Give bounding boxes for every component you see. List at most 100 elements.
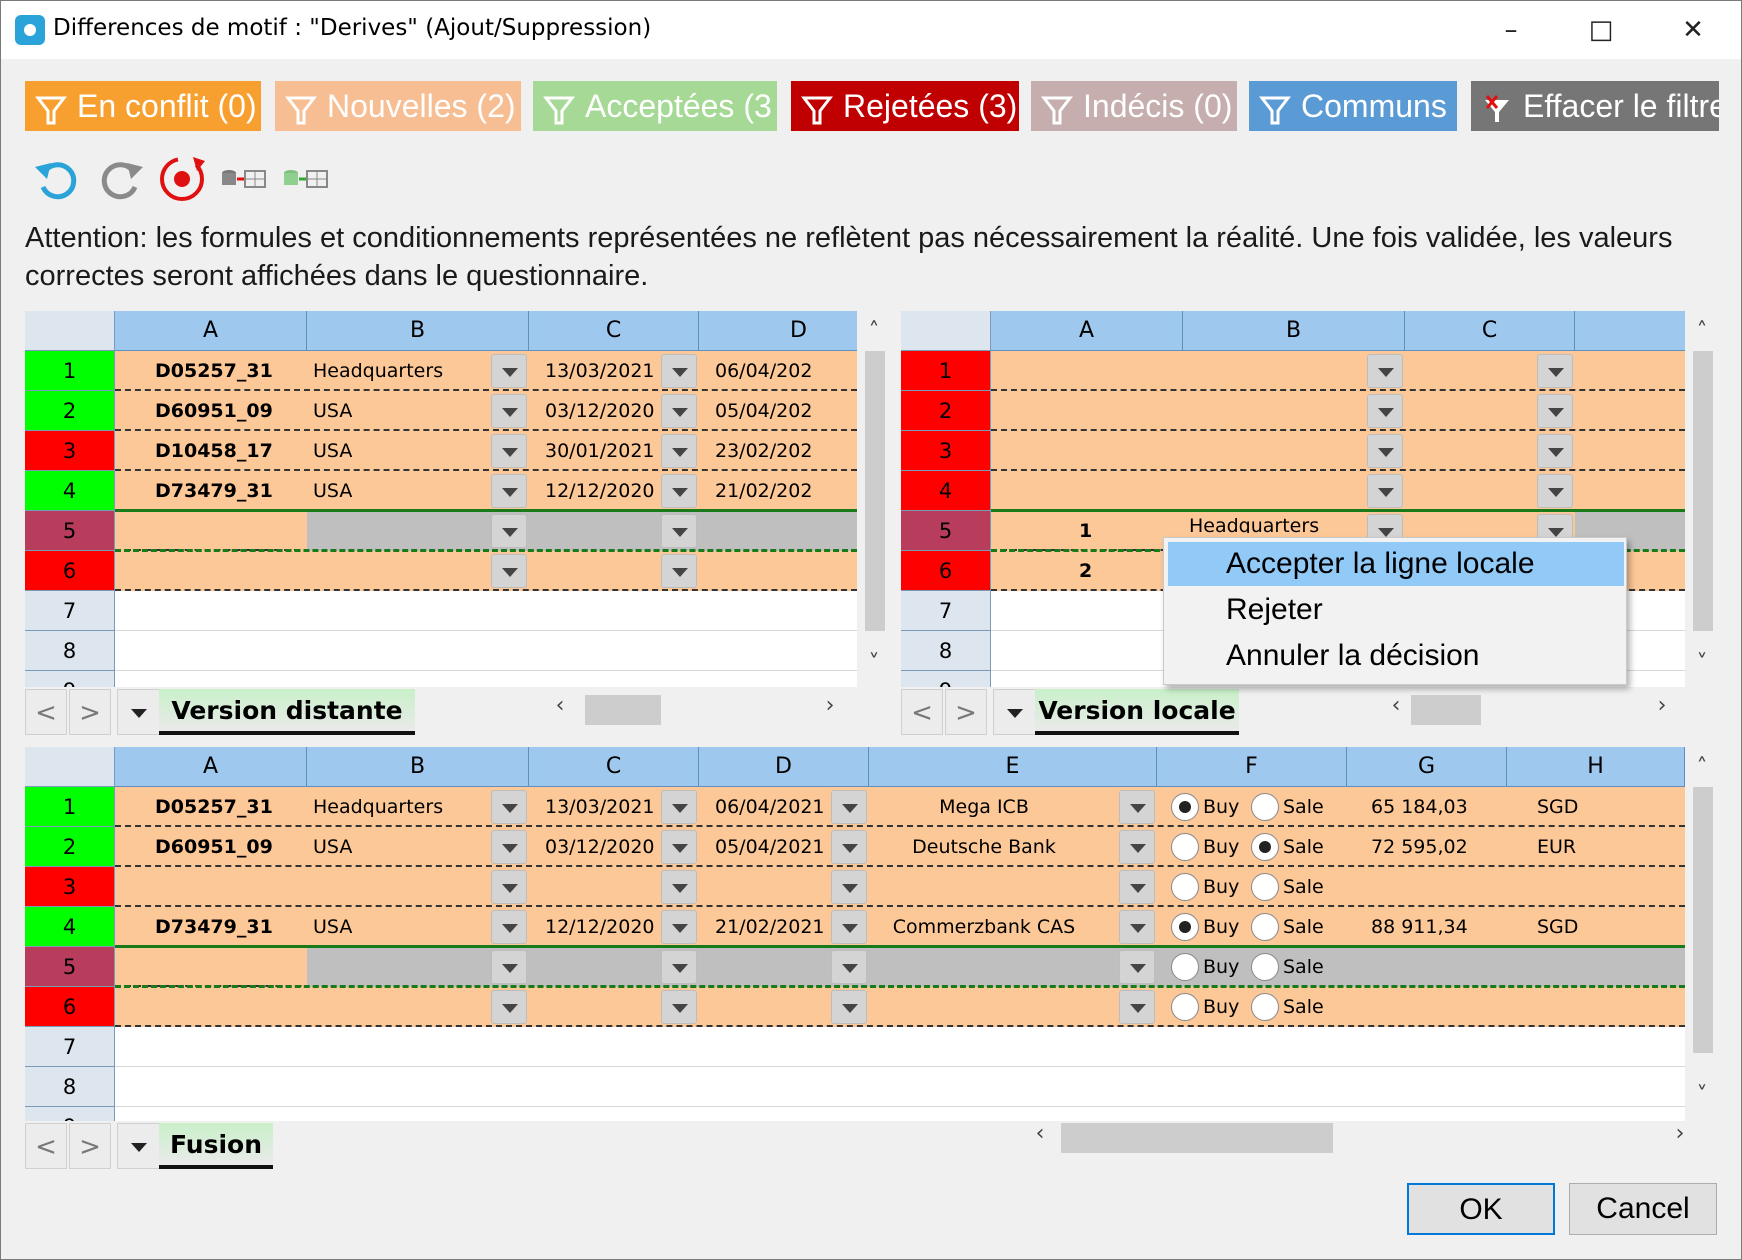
sheet-list-button[interactable] <box>117 1123 161 1169</box>
buy-radio[interactable] <box>1171 913 1199 941</box>
row-header[interactable]: 2 <box>25 827 115 867</box>
row-header[interactable]: 7 <box>25 591 115 631</box>
dropdown-arrow-icon[interactable] <box>491 434 527 468</box>
dropdown-arrow-icon[interactable] <box>1119 990 1155 1024</box>
cell[interactable]: 06/04/2021 <box>715 787 825 827</box>
cell[interactable]: Headquarters <box>313 787 443 827</box>
cell[interactable]: Deutsche Bank <box>889 827 1079 867</box>
remote-hscroll-thumb[interactable] <box>585 695 661 725</box>
table-row[interactable] <box>115 1027 1685 1067</box>
table-row[interactable] <box>115 591 857 631</box>
dropdown-arrow-icon[interactable] <box>491 474 527 508</box>
cell[interactable]: Mega ICB <box>889 787 1079 827</box>
dropdown-arrow-icon[interactable] <box>661 790 697 824</box>
row-header[interactable]: 5 <box>25 947 115 987</box>
dropdown-arrow-icon[interactable] <box>1367 474 1403 508</box>
column-header-B[interactable]: B <box>307 311 529 351</box>
row-header[interactable]: 4 <box>25 471 115 511</box>
dropdown-arrow-icon[interactable] <box>661 354 697 388</box>
row-header[interactable]: 7 <box>901 591 991 631</box>
scroll-up-icon[interactable]: ˄ <box>1687 319 1717 344</box>
row-header[interactable]: 6 <box>901 551 991 591</box>
undo-icon[interactable] <box>31 151 85 205</box>
row-header[interactable]: 7 <box>25 1027 115 1067</box>
row-header[interactable]: 1 <box>25 351 115 391</box>
reset-icon[interactable] <box>155 151 209 205</box>
merged-grid[interactable]: ABCDEFGH 123456789 D05257_31 Headquarters 13… <box>25 747 1685 1121</box>
table-row[interactable] <box>991 351 1685 391</box>
close-button[interactable]: ✕ <box>1663 9 1723 51</box>
cell[interactable]: USA <box>313 907 352 947</box>
cell[interactable]: Commerzbank CAS <box>889 907 1079 947</box>
table-row[interactable] <box>991 471 1685 511</box>
column-header-B[interactable]: B <box>1183 311 1405 351</box>
local-hscroll-thumb[interactable] <box>1411 695 1481 725</box>
dropdown-arrow-icon[interactable] <box>491 394 527 428</box>
tab-version-locale[interactable]: Version locale <box>1035 689 1239 735</box>
row-header[interactable]: 2 <box>901 391 991 431</box>
dropdown-arrow-icon[interactable] <box>491 354 527 388</box>
cell[interactable]: D60951_09 <box>155 827 273 867</box>
cell[interactable]: 72 595,02 <box>1371 827 1468 867</box>
table-row[interactable] <box>991 431 1685 471</box>
cell[interactable]: USA <box>313 431 352 471</box>
dropdown-arrow-icon[interactable] <box>491 514 527 548</box>
column-header-A[interactable]: A <box>115 311 307 351</box>
dropdown-arrow-icon[interactable] <box>661 514 697 548</box>
cell[interactable]: 13/03/2021 <box>545 787 655 827</box>
column-header-C[interactable]: C <box>529 311 699 351</box>
buy-radio[interactable] <box>1171 873 1199 901</box>
sheet-list-button[interactable] <box>993 689 1037 735</box>
column-header-A[interactable]: A <box>115 747 307 787</box>
remote-hscroll[interactable]: ‹ › <box>545 689 845 729</box>
dropdown-arrow-icon[interactable] <box>491 990 527 1024</box>
column-header-C[interactable]: C <box>1405 311 1575 351</box>
cancel-button[interactable]: Cancel <box>1569 1183 1717 1235</box>
tab-version-distante[interactable]: Version distante <box>159 689 415 735</box>
row-header[interactable]: 3 <box>901 431 991 471</box>
cell[interactable]: D60951_09 <box>155 391 273 431</box>
dropdown-arrow-icon[interactable] <box>831 950 867 984</box>
merged-vscroll-thumb[interactable] <box>1693 787 1713 1053</box>
column-header-undefined[interactable] <box>1575 311 1685 351</box>
dropdown-arrow-icon[interactable] <box>831 990 867 1024</box>
column-header-C[interactable]: C <box>529 747 699 787</box>
merged-hscroll[interactable]: ‹ › <box>1025 1117 1695 1157</box>
row-header[interactable]: 9 <box>901 671 991 687</box>
cell[interactable]: 2 <box>1079 551 1092 591</box>
menu-item-accept-local-row[interactable]: Accepter la ligne locale <box>1168 542 1624 586</box>
filter-3[interactable]: Rejetées (3) <box>791 81 1019 131</box>
cell[interactable]: D73479_31 <box>155 907 273 947</box>
row-header[interactable]: 3 <box>25 867 115 907</box>
cell[interactable]: D10458_17 <box>155 431 273 471</box>
buy-radio[interactable] <box>1171 993 1199 1021</box>
dropdown-arrow-icon[interactable] <box>831 790 867 824</box>
cell[interactable]: D05257_31 <box>155 351 273 391</box>
cell[interactable]: EUR <box>1537 827 1576 867</box>
dropdown-arrow-icon[interactable] <box>661 910 697 944</box>
minimize-button[interactable]: – <box>1481 9 1541 51</box>
scroll-up-icon[interactable]: ˄ <box>859 319 889 344</box>
cell[interactable]: 03/12/2020 <box>545 827 655 867</box>
cell[interactable]: SGD <box>1537 787 1578 827</box>
row-header[interactable]: 6 <box>25 551 115 591</box>
cell[interactable]: 05/04/202 <box>715 391 812 431</box>
sale-radio[interactable] <box>1251 953 1279 981</box>
scroll-right-icon[interactable]: › <box>815 693 845 718</box>
redo-icon[interactable] <box>93 151 147 205</box>
cell[interactable]: 65 184,03 <box>1371 787 1468 827</box>
cell[interactable]: USA <box>313 391 352 431</box>
dropdown-arrow-icon[interactable] <box>491 950 527 984</box>
dropdown-arrow-icon[interactable] <box>1537 434 1573 468</box>
filter-1[interactable]: Nouvelles (2) <box>275 81 521 131</box>
dropdown-arrow-icon[interactable] <box>1367 394 1403 428</box>
dropdown-arrow-icon[interactable] <box>491 554 527 588</box>
local-vscroll[interactable]: ˄ ˅ <box>1687 311 1717 687</box>
cell[interactable] <box>889 987 1079 1027</box>
filter-0[interactable]: En conflit (0) <box>25 81 261 131</box>
cell[interactable]: 05/04/2021 <box>715 827 825 867</box>
column-header-D[interactable]: D <box>699 747 869 787</box>
dropdown-arrow-icon[interactable] <box>491 790 527 824</box>
ok-button[interactable]: OK <box>1407 1183 1555 1235</box>
dropdown-arrow-icon[interactable] <box>831 830 867 864</box>
